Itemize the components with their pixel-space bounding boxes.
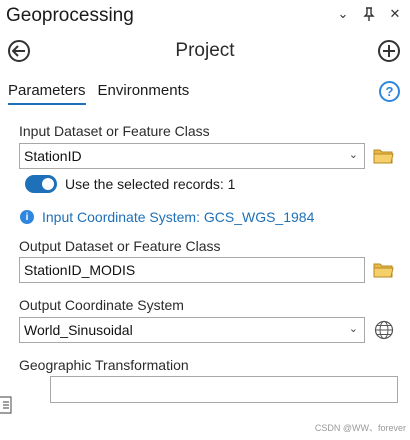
geographic-transformation-label: Geographic Transformation bbox=[19, 357, 189, 373]
output-dataset-field[interactable]: StationID_MODIS bbox=[19, 257, 365, 283]
output-dataset-value: StationID_MODIS bbox=[24, 262, 136, 278]
output-coordinate-system-field[interactable]: World_Sinusoidal ⌄ bbox=[19, 317, 365, 343]
help-icon[interactable]: ? bbox=[379, 81, 400, 102]
pane-title: Geoprocessing bbox=[6, 5, 134, 26]
folder-icon[interactable] bbox=[373, 262, 394, 278]
tab-parameters[interactable]: Parameters bbox=[8, 82, 86, 105]
pane-menu-chevron-icon[interactable]: ⌄ bbox=[336, 6, 350, 21]
chevron-down-icon[interactable]: ⌄ bbox=[349, 148, 358, 161]
input-dataset-field[interactable]: StationID ⌄ bbox=[19, 143, 365, 169]
chevron-down-icon[interactable]: ⌄ bbox=[349, 322, 358, 335]
output-coordinate-system-value: World_Sinusoidal bbox=[24, 322, 133, 338]
tool-header: Project bbox=[0, 37, 410, 67]
pane-title-controls: ⌄ ✕ bbox=[336, 6, 402, 21]
input-coordinate-system-info: i Input Coordinate System: GCS_WGS_1984 bbox=[20, 209, 314, 225]
tab-bar: Parameters Environments bbox=[8, 82, 189, 105]
watermark: CSDN @WW、forever bbox=[314, 423, 406, 433]
plus-icon bbox=[383, 45, 395, 57]
output-dataset-label: Output Dataset or Feature Class bbox=[19, 238, 221, 254]
pin-icon[interactable] bbox=[362, 7, 376, 21]
add-tool-button[interactable] bbox=[378, 40, 400, 62]
folder-icon[interactable] bbox=[373, 148, 394, 164]
globe-icon[interactable] bbox=[374, 320, 394, 340]
input-dataset-label: Input Dataset or Feature Class bbox=[19, 123, 210, 139]
close-icon[interactable]: ✕ bbox=[388, 6, 402, 21]
tab-environments[interactable]: Environments bbox=[98, 82, 190, 105]
input-dataset-value: StationID bbox=[24, 148, 82, 164]
use-selected-records-toggle[interactable] bbox=[25, 175, 57, 193]
input-coordinate-system-text: Input Coordinate System: GCS_WGS_1984 bbox=[42, 209, 315, 225]
tool-name: Project bbox=[175, 40, 235, 61]
info-icon: i bbox=[20, 210, 34, 224]
output-coordinate-system-label: Output Coordinate System bbox=[19, 297, 184, 313]
list-icon[interactable] bbox=[0, 396, 14, 414]
use-selected-records-row: Use the selected records: 1 bbox=[25, 175, 235, 193]
geographic-transformation-field[interactable] bbox=[50, 376, 398, 403]
use-selected-records-label: Use the selected records: 1 bbox=[65, 176, 236, 192]
